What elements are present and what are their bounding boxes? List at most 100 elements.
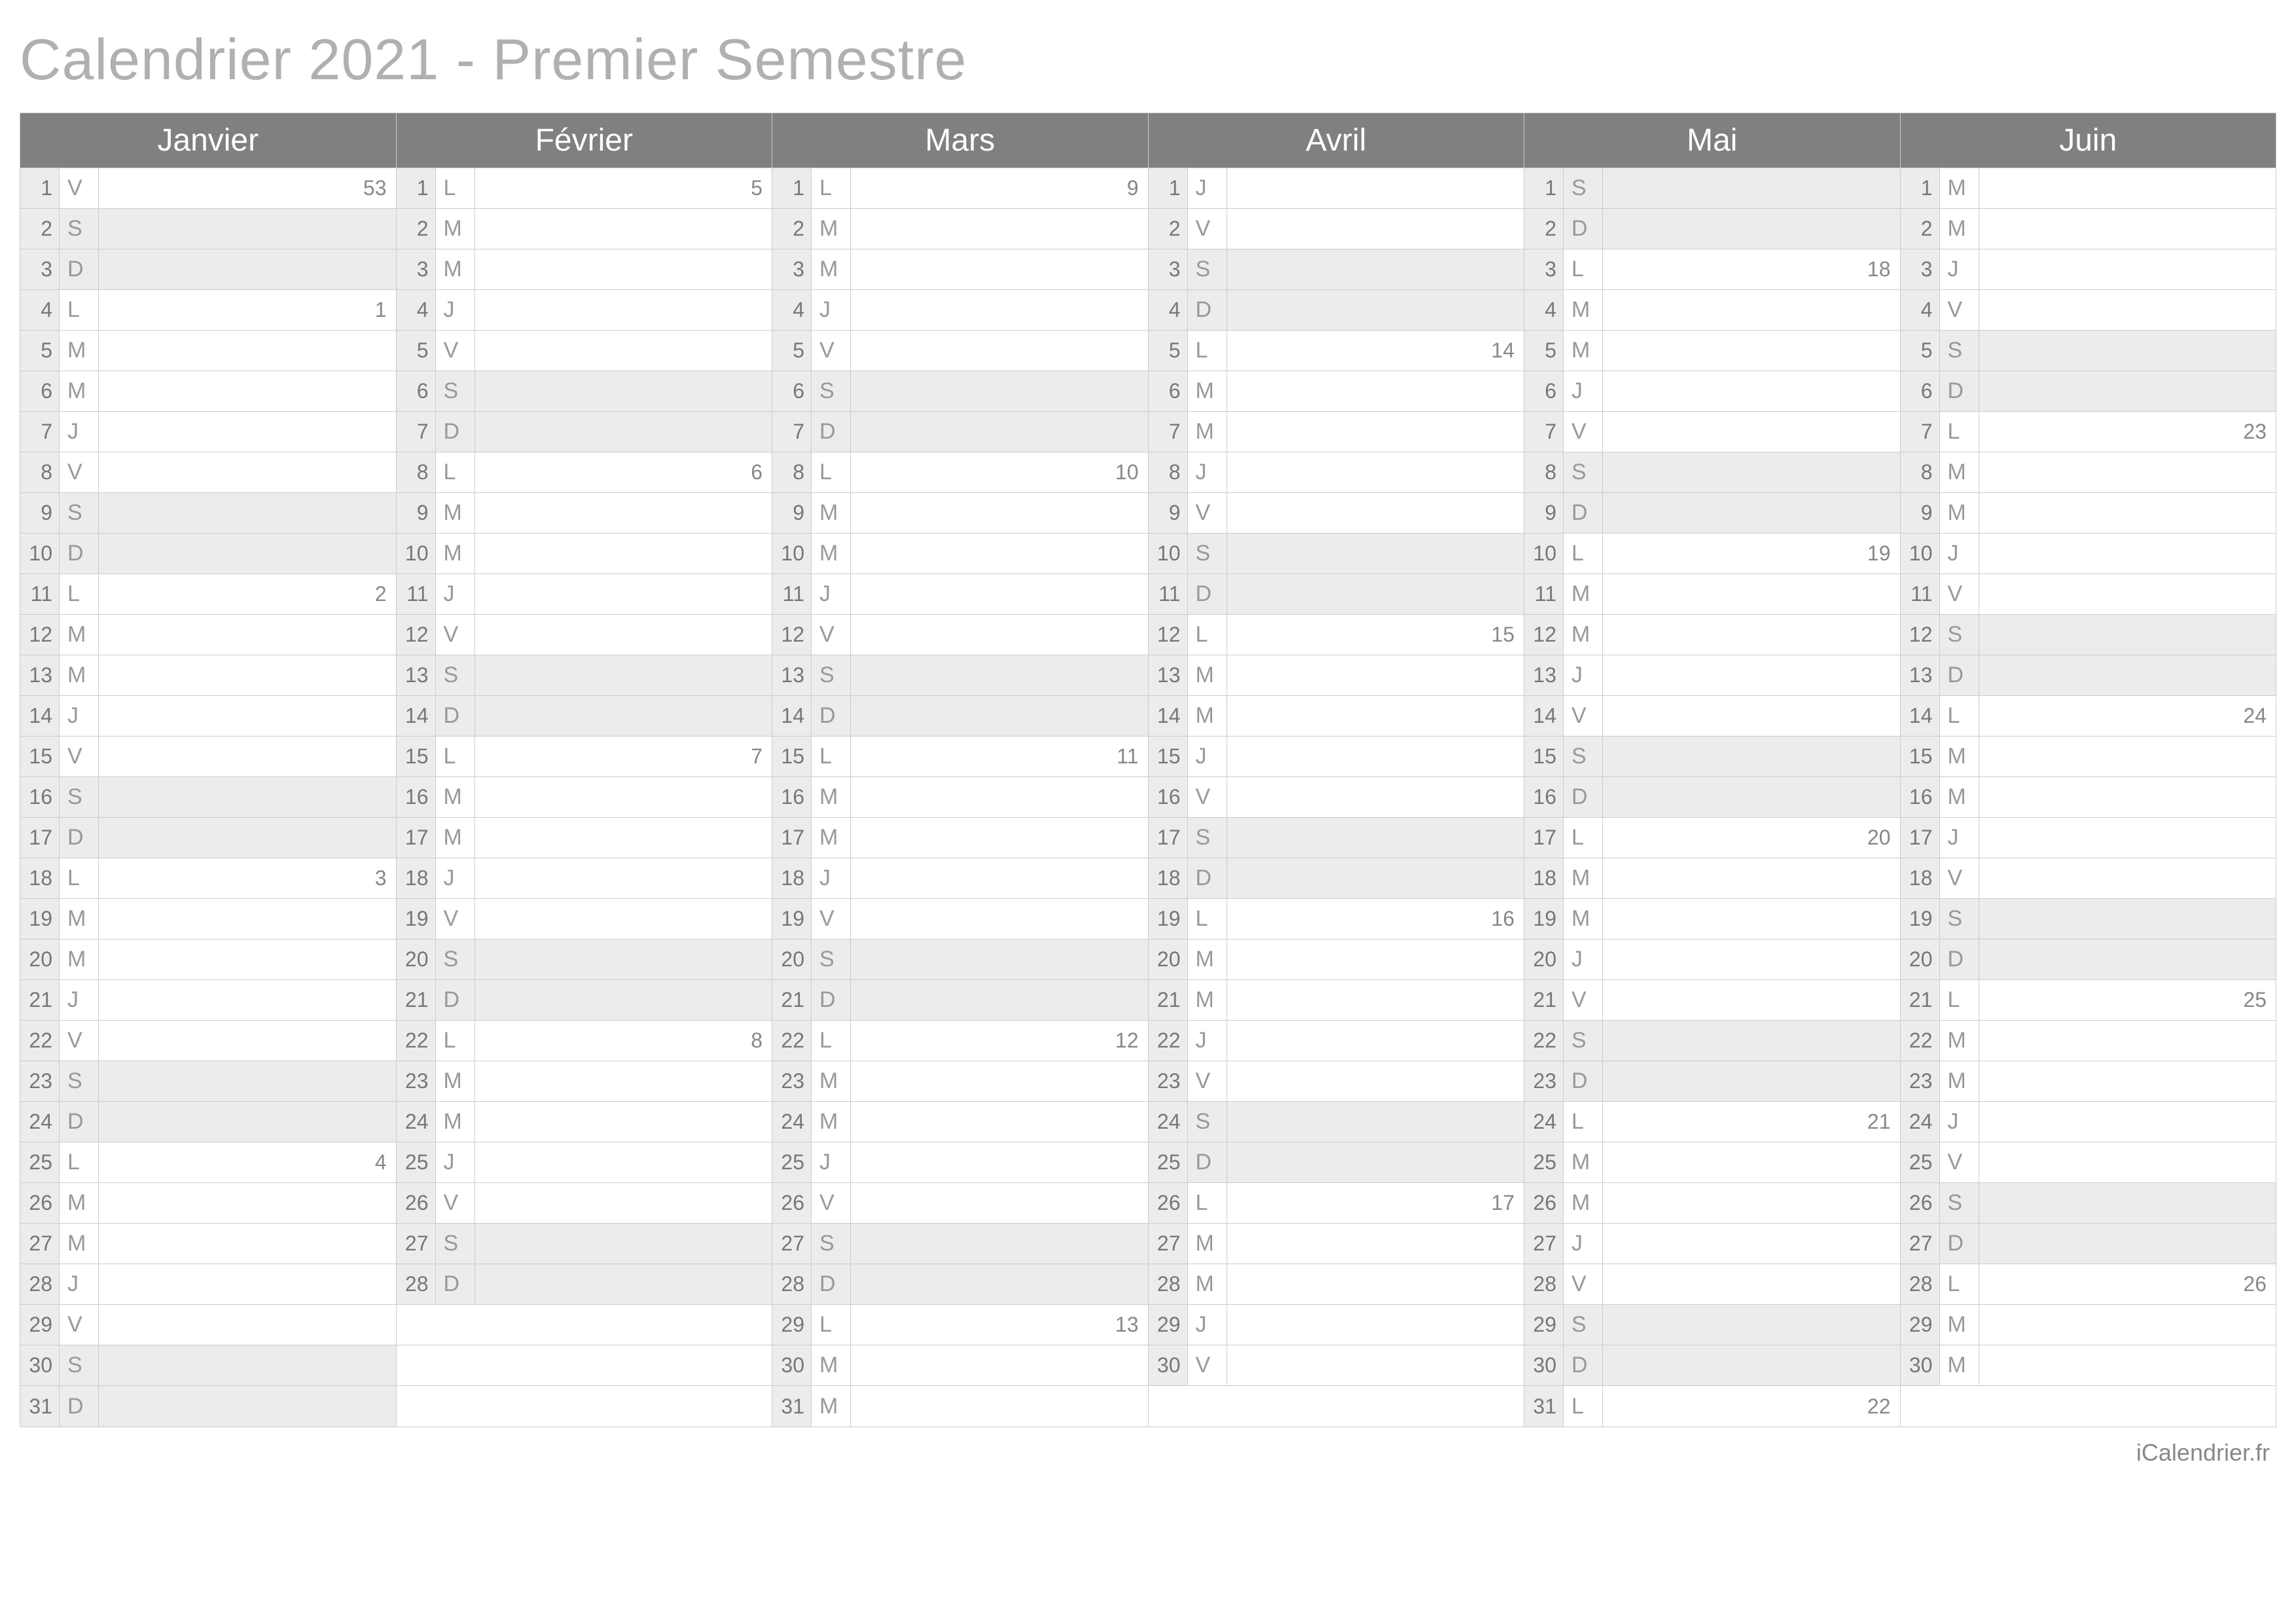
day-cell	[1227, 209, 1524, 249]
day-number: 7	[1524, 412, 1564, 452]
day-row: 25D	[1149, 1142, 1524, 1183]
day-cell	[1603, 615, 1900, 655]
day-number: 20	[397, 939, 436, 979]
day-row: 17D	[20, 818, 396, 858]
day-cell	[851, 939, 1148, 979]
day-of-week: L	[60, 574, 99, 614]
page-title: Calendrier 2021 - Premier Semestre	[20, 26, 2276, 93]
day-row: 17M	[397, 818, 772, 858]
day-row: 27M	[1149, 1224, 1524, 1264]
day-number: 24	[20, 1102, 60, 1142]
day-cell	[1979, 331, 2276, 371]
day-row: 19L16	[1149, 899, 1524, 939]
day-cell	[1979, 818, 2276, 858]
day-row: 27S	[397, 1224, 772, 1264]
day-row: 20D	[1901, 939, 2276, 980]
day-row: 15L7	[397, 737, 772, 777]
day-of-week: V	[60, 452, 99, 492]
day-of-week: L	[1940, 1264, 1979, 1304]
day-number: 19	[397, 899, 436, 939]
day-row: 4L1	[20, 290, 396, 331]
day-of-week: V	[1940, 858, 1979, 898]
day-cell	[1979, 1183, 2276, 1223]
day-cell	[475, 899, 772, 939]
day-number: 2	[1901, 209, 1940, 249]
day-cell	[851, 290, 1148, 330]
day-of-week: D	[1940, 371, 1979, 411]
day-row: 2M	[772, 209, 1148, 249]
day-of-week: M	[436, 777, 475, 817]
day-of-week: M	[1188, 655, 1227, 695]
day-of-week: M	[60, 939, 99, 979]
day-row: 11J	[772, 574, 1148, 615]
day-cell: 16	[1227, 899, 1524, 939]
day-number: 9	[20, 493, 60, 533]
day-row: 26M	[1524, 1183, 1900, 1224]
day-of-week: L	[436, 737, 475, 776]
day-number: 13	[20, 655, 60, 695]
day-number: 3	[20, 249, 60, 289]
day-cell	[1227, 290, 1524, 330]
day-number: 9	[1524, 493, 1564, 533]
day-number: 30	[1901, 1345, 1940, 1385]
day-row: 16M	[397, 777, 772, 818]
day-number: 26	[397, 1183, 436, 1223]
day-of-week: L	[812, 168, 851, 208]
day-number: 2	[397, 209, 436, 249]
day-cell	[99, 737, 396, 776]
day-number: 3	[397, 249, 436, 289]
day-row: 11J	[397, 574, 772, 615]
day-cell	[1603, 655, 1900, 695]
day-of-week: S	[812, 371, 851, 411]
day-row: 23S	[20, 1061, 396, 1102]
day-number: 7	[20, 412, 60, 452]
day-row: 1V53	[20, 168, 396, 209]
day-number: 23	[1149, 1061, 1188, 1101]
day-number: 11	[772, 574, 812, 614]
day-cell	[1979, 1061, 2276, 1101]
day-cell: 19	[1603, 534, 1900, 574]
day-number: 22	[1901, 1021, 1940, 1061]
day-of-week: L	[1188, 1183, 1227, 1223]
day-cell	[1227, 574, 1524, 614]
day-cell	[1979, 737, 2276, 776]
day-number: 13	[1524, 655, 1564, 695]
day-of-week: L	[436, 1021, 475, 1061]
day-number: 1	[397, 168, 436, 208]
day-of-week: L	[1564, 1386, 1603, 1427]
day-row: 29L13	[772, 1305, 1148, 1345]
day-number: 25	[1524, 1142, 1564, 1182]
day-row: 2S	[20, 209, 396, 249]
day-number: 7	[772, 412, 812, 452]
day-cell	[475, 1061, 772, 1101]
day-row: 10M	[397, 534, 772, 574]
day-of-week: J	[1940, 534, 1979, 574]
day-cell	[1979, 899, 2276, 939]
day-row: 7D	[397, 412, 772, 452]
day-of-week: S	[1940, 615, 1979, 655]
day-cell	[475, 249, 772, 289]
day-of-week: M	[1940, 1305, 1979, 1345]
day-row: 2V	[1149, 209, 1524, 249]
day-of-week: M	[1188, 1224, 1227, 1264]
day-row: 27M	[20, 1224, 396, 1264]
day-of-week: D	[1564, 209, 1603, 249]
day-number: 3	[1901, 249, 1940, 289]
day-row: 25J	[397, 1142, 772, 1183]
day-row: 22S	[1524, 1021, 1900, 1061]
day-cell: 20	[1603, 818, 1900, 858]
day-of-week: D	[60, 1102, 99, 1142]
day-cell	[851, 1102, 1148, 1142]
day-row: 14L24	[1901, 696, 2276, 737]
day-cell: 14	[1227, 331, 1524, 371]
day-cell	[1979, 1021, 2276, 1061]
day-cell	[99, 1264, 396, 1304]
day-cell	[475, 939, 772, 979]
day-row: 28L26	[1901, 1264, 2276, 1305]
day-of-week: M	[1564, 858, 1603, 898]
day-of-week: V	[436, 899, 475, 939]
day-row: 10D	[20, 534, 396, 574]
day-cell: 25	[1979, 980, 2276, 1020]
day-cell	[475, 980, 772, 1020]
day-row: 22L12	[772, 1021, 1148, 1061]
